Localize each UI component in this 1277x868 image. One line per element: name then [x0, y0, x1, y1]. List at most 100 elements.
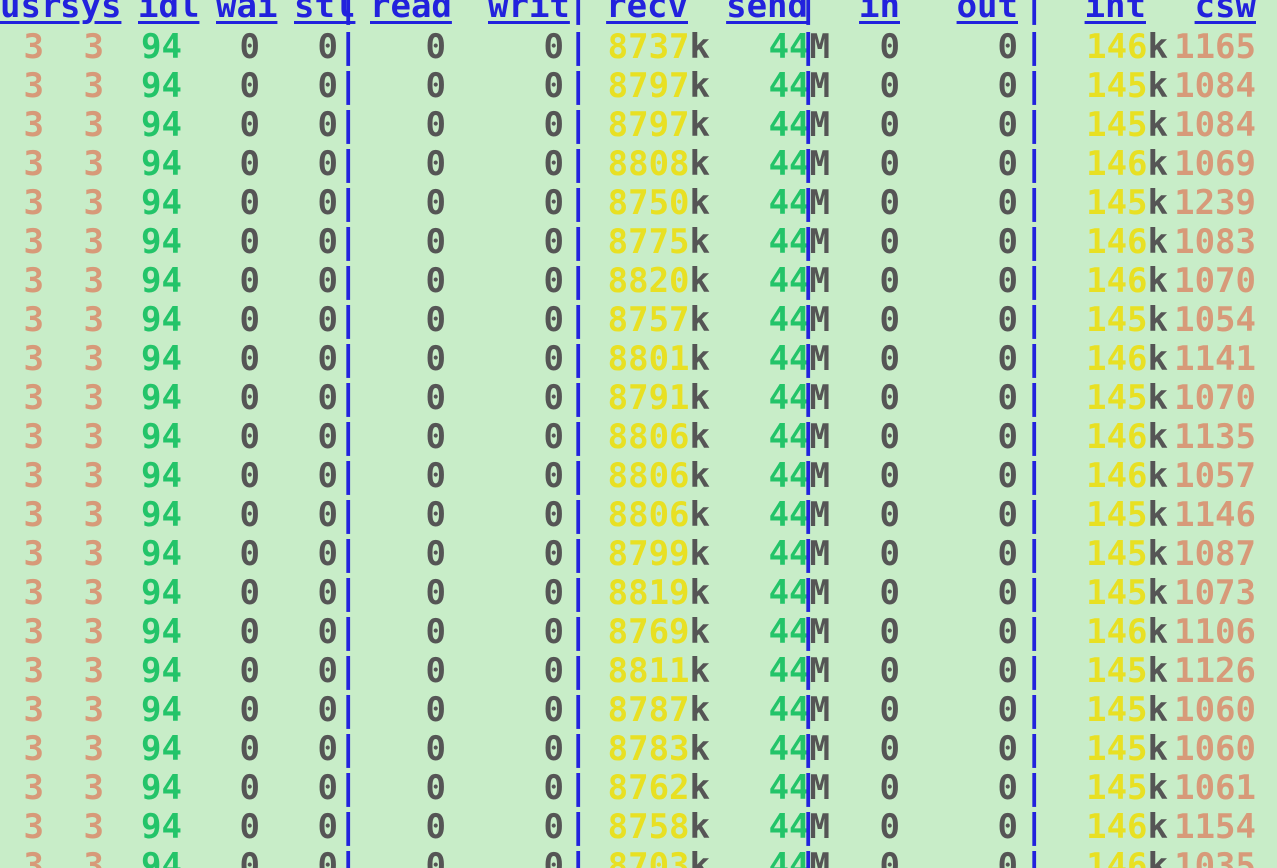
- cell-writ: 0: [488, 535, 564, 574]
- cell-stl: 0: [294, 808, 338, 847]
- table-row: 3 3 94 0 0 0 0 8757k 44M 0 0 145k 1054 | | | |: [0, 301, 1277, 340]
- row-group-separator-0: |: [338, 573, 359, 613]
- cell-int: 145k: [1050, 184, 1168, 223]
- cell-value-out: 0: [997, 690, 1018, 730]
- table-row: 3 3 94 0 0 0 0 8819k 44M 0 0 145k 1073 | | | |: [0, 574, 1277, 613]
- cell-value-usr: 3: [23, 27, 44, 67]
- row-group-separator-3: |: [1024, 105, 1045, 145]
- terminal-output[interactable]: usr sys idl wai stl read writ recv send in out int c…: [0, 0, 1277, 868]
- cell-csw: 1061: [1160, 769, 1256, 808]
- cell-value-out: 0: [997, 66, 1018, 106]
- cell-wai: 0: [216, 262, 260, 301]
- cell-value-read: 0: [425, 105, 446, 145]
- cell-value-writ: 0: [543, 261, 564, 301]
- cell-writ: 0: [488, 106, 564, 145]
- cell-value-in: 0: [879, 27, 900, 67]
- cell-int: 145k: [1050, 106, 1168, 145]
- cell-value-usr: 3: [23, 144, 44, 184]
- cell-idl: 94: [138, 379, 182, 418]
- cell-int: 146k: [1050, 223, 1168, 262]
- cell-int: 145k: [1050, 652, 1168, 691]
- cell-writ: 0: [488, 340, 564, 379]
- cell-value-wai: 0: [239, 807, 260, 847]
- cell-csw: 1135: [1160, 418, 1256, 457]
- cell-value-out: 0: [997, 105, 1018, 145]
- cell-value-idl: 94: [141, 378, 182, 418]
- cell-in: 0: [824, 340, 900, 379]
- cell-value-wai: 0: [239, 690, 260, 730]
- column-header-recv: recv: [606, 0, 688, 26]
- cell-value-int: 145: [1086, 651, 1148, 691]
- cell-recv: 8806k: [592, 457, 710, 496]
- cell-idl: 94: [138, 418, 182, 457]
- row-group-separator-0: |: [338, 456, 359, 496]
- cell-value-int: 146: [1086, 222, 1148, 262]
- cell-sys: 3: [60, 262, 104, 301]
- cell-unit-recv: k: [689, 105, 710, 145]
- cell-csw: 1083: [1160, 223, 1256, 262]
- row-group-separator-2: |: [798, 183, 819, 223]
- cell-idl: 94: [138, 457, 182, 496]
- cell-value-sys: 3: [83, 66, 104, 106]
- cell-value-int: 145: [1086, 66, 1148, 106]
- cell-value-sys: 3: [83, 144, 104, 184]
- cell-value-recv: 8791: [607, 378, 690, 418]
- cell-value-csw: 1070: [1174, 378, 1256, 418]
- cell-value-wai: 0: [239, 339, 260, 379]
- cell-value-idl: 94: [141, 495, 182, 535]
- table-row: 3 3 94 0 0 0 0 8797k 44M 0 0 145k 1084 | | | |: [0, 106, 1277, 145]
- cell-writ: 0: [488, 808, 564, 847]
- cell-value-writ: 0: [543, 612, 564, 652]
- cell-recv: 8762k: [592, 769, 710, 808]
- cell-csw: 1087: [1160, 535, 1256, 574]
- cell-writ: 0: [488, 457, 564, 496]
- cell-read: 0: [370, 223, 446, 262]
- cell-out: 0: [942, 574, 1018, 613]
- cell-value-idl: 94: [141, 807, 182, 847]
- cell-value-in: 0: [879, 144, 900, 184]
- cell-value-usr: 3: [23, 768, 44, 808]
- cell-int: 145k: [1050, 67, 1168, 106]
- cell-out: 0: [942, 418, 1018, 457]
- cell-read: 0: [370, 496, 446, 535]
- cell-read: 0: [370, 808, 446, 847]
- cell-unit-recv: k: [689, 729, 710, 769]
- cell-value-wai: 0: [239, 222, 260, 262]
- cell-read: 0: [370, 613, 446, 652]
- row-group-separator-1: |: [568, 66, 589, 106]
- cell-out: 0: [942, 613, 1018, 652]
- cell-idl: 94: [138, 691, 182, 730]
- row-group-separator-0: |: [338, 222, 359, 262]
- table-row: 3 3 94 0 0 0 0 8806k 44M 0 0 146k 1135 | | | |: [0, 418, 1277, 457]
- row-group-separator-3: |: [1024, 339, 1045, 379]
- cell-read: 0: [370, 379, 446, 418]
- cell-value-int: 145: [1086, 768, 1148, 808]
- table-row: 3 3 94 0 0 0 0 8703k 44M 0 0 146k 1035 | | | |: [0, 847, 1277, 868]
- cell-value-idl: 94: [141, 66, 182, 106]
- cell-value-wai: 0: [239, 27, 260, 67]
- cell-sys: 3: [60, 301, 104, 340]
- header-group-separator-0: |: [338, 0, 359, 26]
- cell-value-stl: 0: [317, 105, 338, 145]
- cell-writ: 0: [488, 847, 564, 868]
- cell-value-csw: 1106: [1174, 612, 1256, 652]
- cell-stl: 0: [294, 535, 338, 574]
- cell-usr: 3: [0, 769, 44, 808]
- cell-usr: 3: [0, 808, 44, 847]
- table-row: 3 3 94 0 0 0 0 8820k 44M 0 0 146k 1070 | | | |: [0, 262, 1277, 301]
- cell-int: 145k: [1050, 574, 1168, 613]
- cell-recv: 8797k: [592, 67, 710, 106]
- header-group-separator-2: |: [798, 0, 819, 26]
- cell-out: 0: [942, 808, 1018, 847]
- row-group-separator-1: |: [568, 27, 589, 67]
- column-header-int: int: [1084, 0, 1146, 26]
- cell-wai: 0: [216, 808, 260, 847]
- cell-idl: 94: [138, 106, 182, 145]
- row-group-separator-3: |: [1024, 807, 1045, 847]
- cell-value-idl: 94: [141, 456, 182, 496]
- cell-value-csw: 1146: [1174, 495, 1256, 535]
- cell-value-sys: 3: [83, 768, 104, 808]
- cell-value-stl: 0: [317, 573, 338, 613]
- cell-unit-recv: k: [689, 339, 710, 379]
- cell-value-read: 0: [425, 534, 446, 574]
